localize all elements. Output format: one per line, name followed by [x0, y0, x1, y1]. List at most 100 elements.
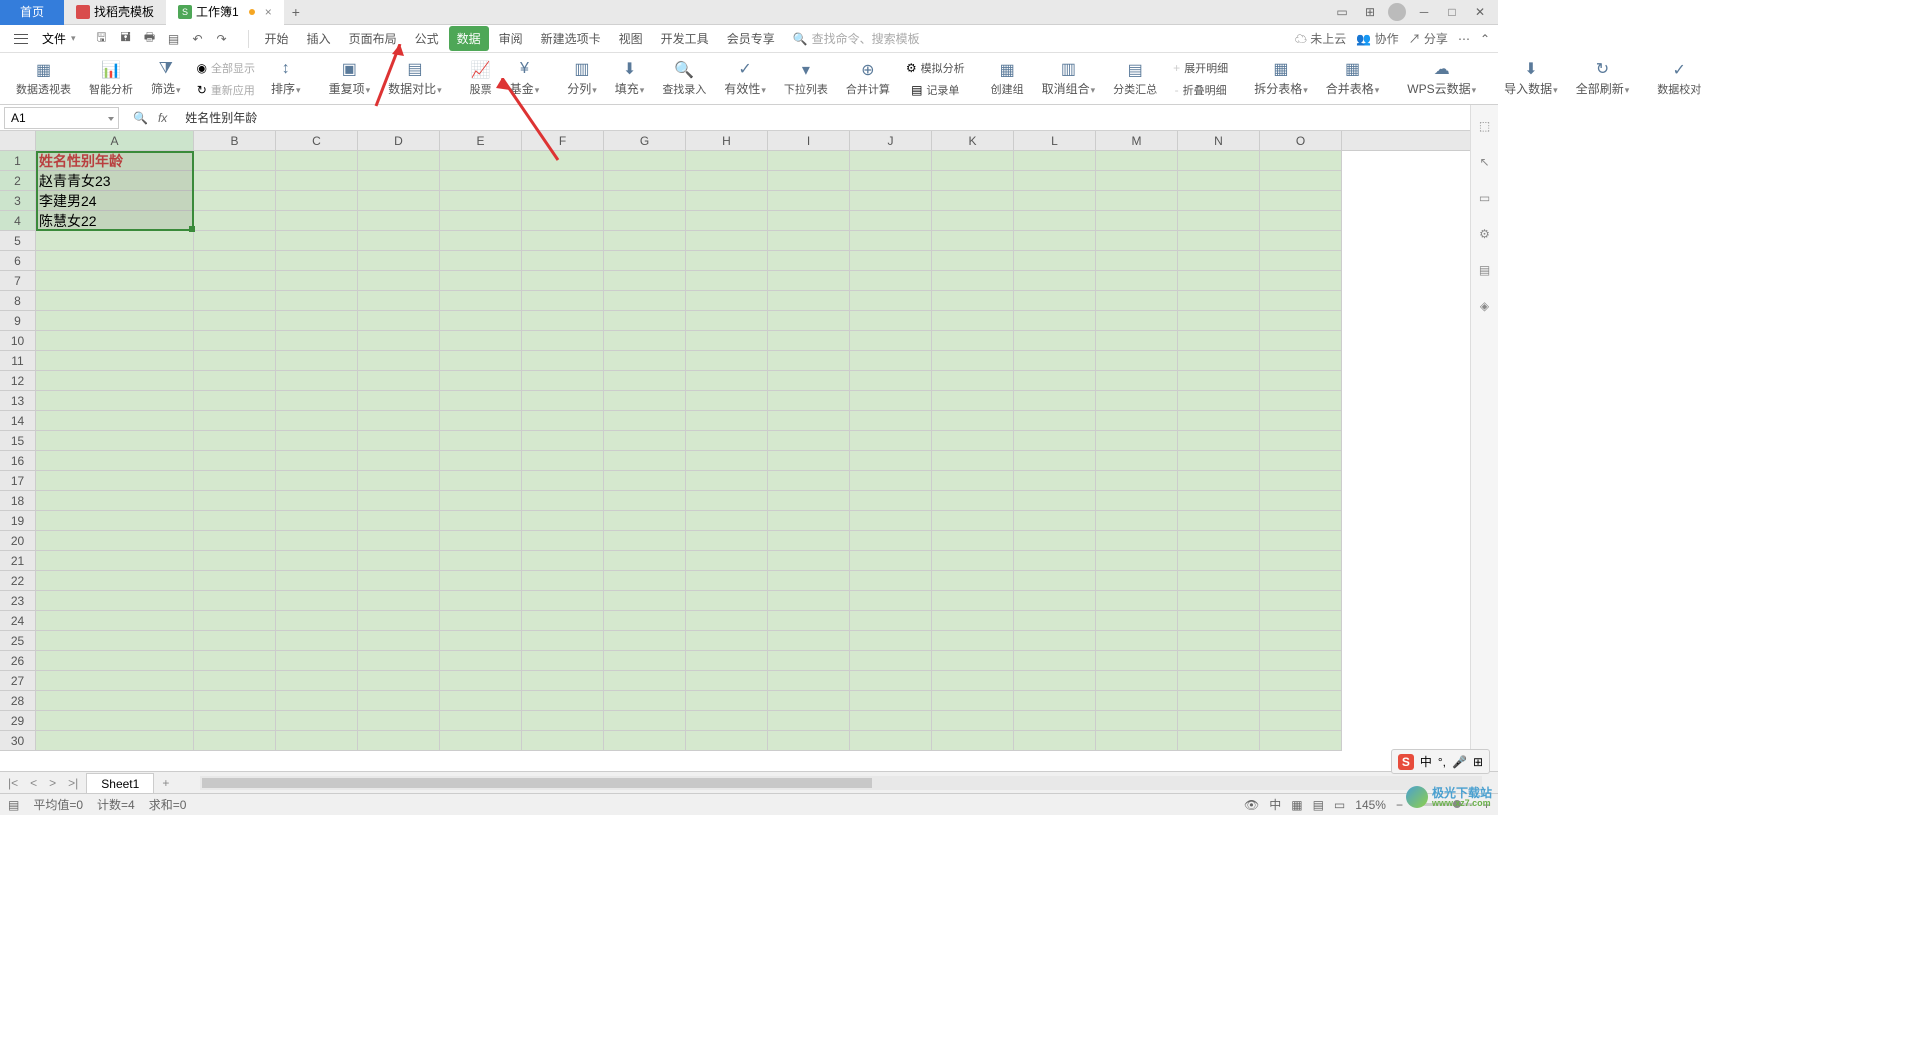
cell-H6[interactable]	[686, 251, 768, 271]
row-header-30[interactable]: 30	[0, 731, 36, 751]
ime-toolbar[interactable]: S 中 °, 🎤 ⊞	[1391, 749, 1490, 774]
cell-E25[interactable]	[440, 631, 522, 651]
cell-A5[interactable]	[36, 231, 194, 251]
cell-M3[interactable]	[1096, 191, 1178, 211]
cell-G7[interactable]	[604, 271, 686, 291]
cell-A1[interactable]: 姓名性别年龄	[36, 151, 194, 171]
dropdown-button[interactable]: ▾下拉列表	[776, 55, 836, 103]
cell-D10[interactable]	[358, 331, 440, 351]
cell-O7[interactable]	[1260, 271, 1342, 291]
cell-N7[interactable]	[1178, 271, 1260, 291]
row-header-6[interactable]: 6	[0, 251, 36, 271]
cell-G16[interactable]	[604, 451, 686, 471]
maximize-icon[interactable]: □	[1442, 2, 1462, 22]
cell-O1[interactable]	[1260, 151, 1342, 171]
cell-H7[interactable]	[686, 271, 768, 291]
cell-G17[interactable]	[604, 471, 686, 491]
cell-I29[interactable]	[768, 711, 850, 731]
row-header-9[interactable]: 9	[0, 311, 36, 331]
cell-J27[interactable]	[850, 671, 932, 691]
cell-A29[interactable]	[36, 711, 194, 731]
cell-H1[interactable]	[686, 151, 768, 171]
cell-K7[interactable]	[932, 271, 1014, 291]
cell-A7[interactable]	[36, 271, 194, 291]
cell-B29[interactable]	[194, 711, 276, 731]
cell-D15[interactable]	[358, 431, 440, 451]
cell-D30[interactable]	[358, 731, 440, 751]
cell-I8[interactable]	[768, 291, 850, 311]
cell-H20[interactable]	[686, 531, 768, 551]
cell-K20[interactable]	[932, 531, 1014, 551]
cell-E1[interactable]	[440, 151, 522, 171]
cell-H2[interactable]	[686, 171, 768, 191]
panel-icon-5[interactable]: ▤	[1476, 261, 1494, 279]
cell-M12[interactable]	[1096, 371, 1178, 391]
cell-C5[interactable]	[276, 231, 358, 251]
stock-button[interactable]: 📈股票	[462, 55, 500, 103]
cell-C22[interactable]	[276, 571, 358, 591]
cell-A8[interactable]	[36, 291, 194, 311]
cell-J26[interactable]	[850, 651, 932, 671]
cell-A23[interactable]	[36, 591, 194, 611]
cell-A19[interactable]	[36, 511, 194, 531]
cell-I13[interactable]	[768, 391, 850, 411]
cell-M18[interactable]	[1096, 491, 1178, 511]
cell-C18[interactable]	[276, 491, 358, 511]
cell-O17[interactable]	[1260, 471, 1342, 491]
cell-F25[interactable]	[522, 631, 604, 651]
cell-A14[interactable]	[36, 411, 194, 431]
name-box[interactable]: A1	[4, 107, 119, 129]
row-header-28[interactable]: 28	[0, 691, 36, 711]
eye-icon[interactable]: 👁	[1244, 798, 1259, 812]
cell-H11[interactable]	[686, 351, 768, 371]
ime-mic-icon[interactable]: 🎤	[1452, 755, 1467, 769]
layout-icon[interactable]: ▭	[1332, 2, 1352, 22]
cell-N12[interactable]	[1178, 371, 1260, 391]
cell-K8[interactable]	[932, 291, 1014, 311]
row-header-10[interactable]: 10	[0, 331, 36, 351]
col-header-H[interactable]: H	[686, 131, 768, 150]
cell-D29[interactable]	[358, 711, 440, 731]
cell-N4[interactable]	[1178, 211, 1260, 231]
cell-G25[interactable]	[604, 631, 686, 651]
cell-O20[interactable]	[1260, 531, 1342, 551]
cell-D23[interactable]	[358, 591, 440, 611]
cell-E10[interactable]	[440, 331, 522, 351]
cell-G19[interactable]	[604, 511, 686, 531]
fund-button[interactable]: ¥基金▾	[502, 55, 548, 103]
cell-M28[interactable]	[1096, 691, 1178, 711]
cell-N30[interactable]	[1178, 731, 1260, 751]
cell-F20[interactable]	[522, 531, 604, 551]
cell-G29[interactable]	[604, 711, 686, 731]
cell-K27[interactable]	[932, 671, 1014, 691]
cell-B27[interactable]	[194, 671, 276, 691]
cell-I16[interactable]	[768, 451, 850, 471]
cell-O19[interactable]	[1260, 511, 1342, 531]
file-menu[interactable]: 文件▾	[36, 30, 82, 47]
cell-I7[interactable]	[768, 271, 850, 291]
cell-B18[interactable]	[194, 491, 276, 511]
cell-O23[interactable]	[1260, 591, 1342, 611]
cell-G2[interactable]	[604, 171, 686, 191]
cell-A28[interactable]	[36, 691, 194, 711]
cell-D13[interactable]	[358, 391, 440, 411]
cell-C11[interactable]	[276, 351, 358, 371]
cell-K19[interactable]	[932, 511, 1014, 531]
cell-M4[interactable]	[1096, 211, 1178, 231]
cell-H14[interactable]	[686, 411, 768, 431]
cell-I26[interactable]	[768, 651, 850, 671]
cell-B25[interactable]	[194, 631, 276, 651]
save-as-icon[interactable]: 🖬	[118, 31, 134, 47]
col-header-I[interactable]: I	[768, 131, 850, 150]
share-button[interactable]: ↗ 分享	[1409, 30, 1448, 47]
cell-F6[interactable]	[522, 251, 604, 271]
menu-button[interactable]	[8, 34, 34, 44]
tab-workbook[interactable]: S 工作簿1 ×	[166, 0, 284, 25]
cell-F15[interactable]	[522, 431, 604, 451]
cell-M22[interactable]	[1096, 571, 1178, 591]
cell-I15[interactable]	[768, 431, 850, 451]
cell-B22[interactable]	[194, 571, 276, 591]
cell-N10[interactable]	[1178, 331, 1260, 351]
cell-D12[interactable]	[358, 371, 440, 391]
cell-J25[interactable]	[850, 631, 932, 651]
